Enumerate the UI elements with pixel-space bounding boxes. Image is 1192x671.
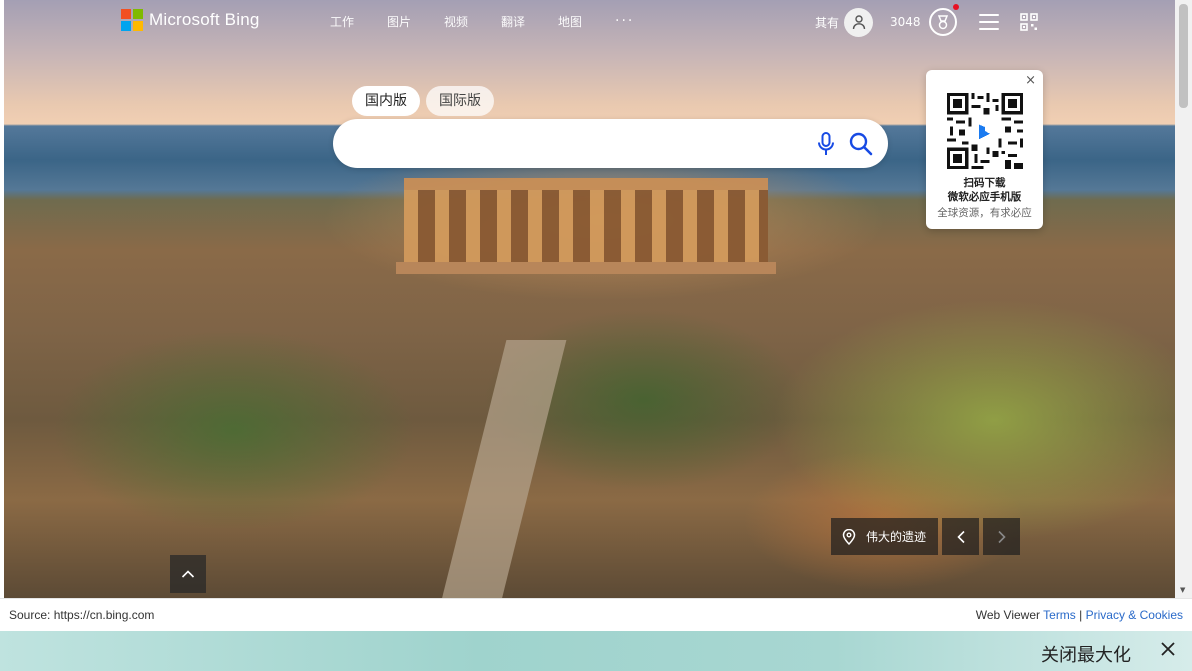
qr-title: 扫码下载	[963, 177, 1006, 189]
hamburger-menu-icon[interactable]	[978, 14, 999, 30]
nav-item-translate[interactable]: 翻译	[501, 13, 558, 30]
link-separator: |	[1079, 608, 1083, 622]
image-title: 伟大的遗迹	[866, 530, 927, 544]
scroll-down-arrow-icon[interactable]: ▼	[1180, 586, 1185, 594]
nav-more-button[interactable]: ···	[615, 13, 672, 30]
close-icon[interactable]	[1158, 639, 1178, 659]
nav-item-work[interactable]: 工作	[330, 13, 387, 30]
qr-subtitle: 微软必应手机版	[947, 191, 1022, 203]
footer-links: Web Viewer Terms | Privacy & Cookies	[976, 608, 1183, 622]
tab-international[interactable]: 国际版	[426, 86, 494, 116]
temple-base	[396, 262, 776, 274]
close-maximize-button[interactable]: 关闭最大化	[1041, 641, 1131, 667]
viewer-label: Web Viewer	[975, 608, 1041, 622]
chevron-up-icon	[181, 570, 195, 578]
scrollbar-thumb[interactable]	[1179, 4, 1188, 108]
vertical-scrollbar[interactable]: ▼	[1175, 0, 1192, 598]
tab-domestic[interactable]: 国内版	[352, 86, 420, 116]
user-icon	[852, 15, 865, 30]
nav-item-maps[interactable]: 地图	[558, 13, 615, 30]
search-input[interactable]	[353, 127, 813, 160]
logo-text: Microsoft Bing	[149, 10, 260, 29]
nav-item-videos[interactable]: 视频	[444, 13, 501, 30]
rewards-points[interactable]: 3048	[890, 15, 921, 29]
previous-image-button[interactable]	[942, 518, 980, 555]
header-actions: 其有 3048	[815, 4, 1038, 38]
mic-icon[interactable]	[816, 131, 836, 157]
image-caption-bar: 伟大的遗迹	[831, 518, 1021, 555]
bing-logo[interactable]: Microsoft Bing	[121, 9, 260, 31]
bottom-toolbar: 关闭最大化	[0, 631, 1192, 671]
nav-item-images[interactable]: 图片	[387, 13, 444, 30]
rewards-medal-icon	[937, 15, 948, 30]
terms-link[interactable]: Terms	[1043, 608, 1076, 622]
chevron-left-icon	[956, 530, 965, 543]
notification-dot	[952, 4, 959, 10]
location-pin-icon	[842, 528, 856, 545]
search-icon[interactable]	[848, 131, 874, 157]
next-image-button[interactable]	[983, 518, 1021, 555]
rewards-button[interactable]	[928, 4, 959, 36]
microsoft-logo-icon	[121, 9, 143, 31]
source-url: Source: https://cn.bing.com	[9, 608, 155, 622]
main-nav: 工作 图片 视频 翻译 地图 ···	[330, 13, 672, 30]
chevron-right-icon	[997, 530, 1006, 543]
temple-ruins	[404, 178, 768, 270]
close-icon[interactable]: ×	[1025, 73, 1036, 88]
top-header: Microsoft Bing 工作 图片 视频 翻译 地图 ··· 其有 304…	[0, 0, 1175, 44]
privacy-link[interactable]: Privacy & Cookies	[1086, 608, 1183, 622]
login-label[interactable]: 其有	[815, 14, 839, 31]
qr-code-image	[947, 93, 1023, 169]
qr-tagline: 全球资源，有求必应	[937, 207, 1032, 219]
scroll-up-button[interactable]	[170, 555, 206, 593]
app-download-popup: × 扫码下载 微软必应手机版 全球资源，有求必应	[926, 70, 1043, 229]
viewer-footer: Source: https://cn.bing.com Web Viewer T…	[0, 598, 1192, 631]
qr-code-icon[interactable]	[1019, 13, 1038, 31]
avatar[interactable]	[844, 7, 874, 37]
image-info-button[interactable]: 伟大的遗迹	[831, 518, 939, 555]
region-tabs: 国内版 国际版	[352, 86, 494, 116]
search-box	[333, 119, 888, 168]
